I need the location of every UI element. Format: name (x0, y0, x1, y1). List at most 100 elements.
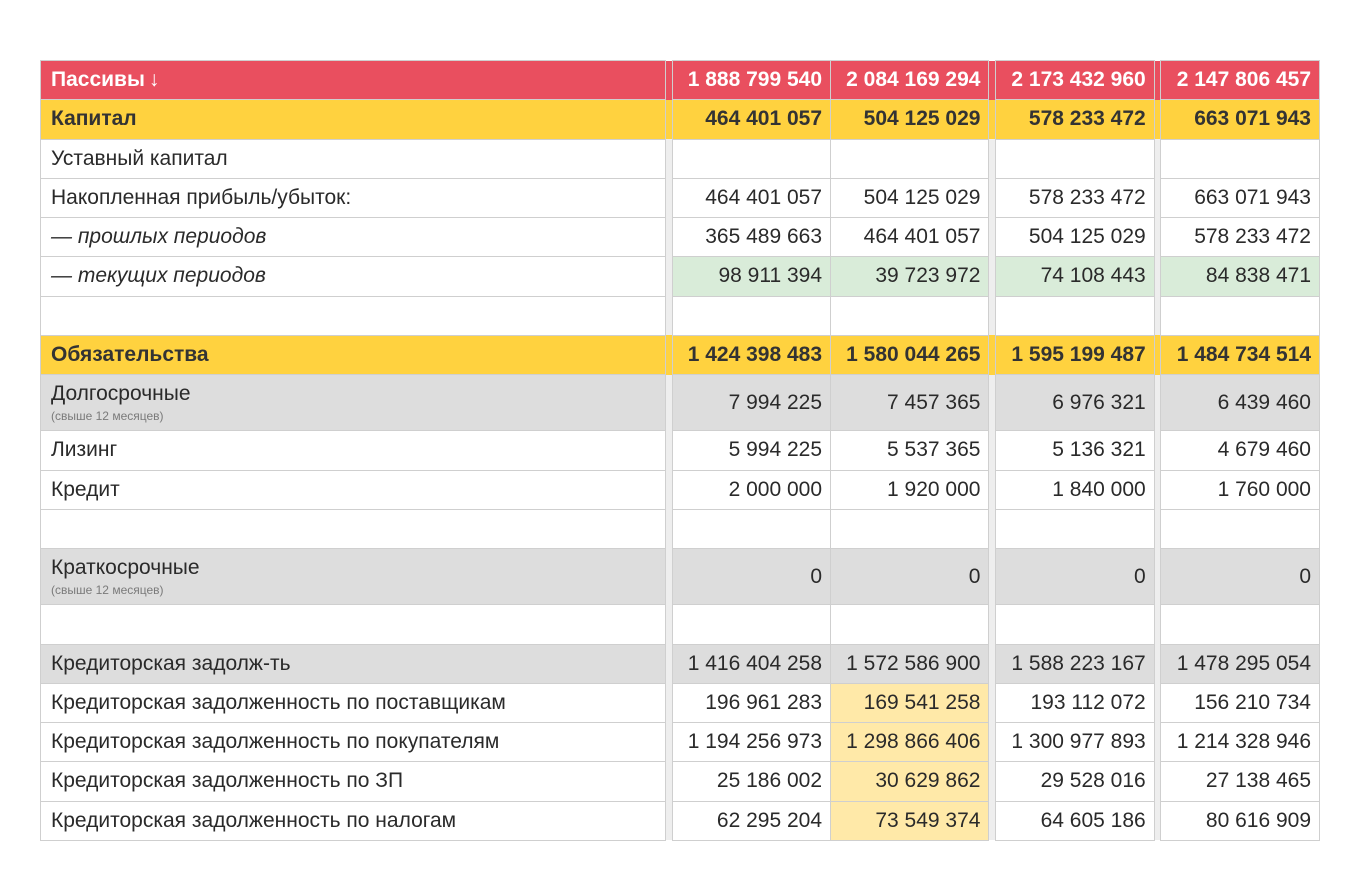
row-value: 80 616 909 (1161, 801, 1320, 840)
row-value: 663 071 943 (1161, 178, 1320, 217)
row-value: 1 300 977 893 (996, 723, 1154, 762)
spacer-cell (831, 509, 989, 548)
column-gap (665, 605, 672, 644)
column-gap (1154, 178, 1161, 217)
row-value: 1 194 256 973 (672, 723, 830, 762)
spacer-cell (672, 296, 830, 335)
header-value: 2 084 169 294 (831, 61, 989, 100)
row-value: 1 580 044 265 (831, 335, 989, 374)
column-gap (989, 139, 996, 178)
row-label-text: Кредиторская задолженность по ЗП (51, 769, 403, 792)
row-label: — прошлых периодов (41, 218, 666, 257)
column-gap (1154, 801, 1161, 840)
row-value (831, 139, 989, 178)
row-value: 169 541 258 (831, 683, 989, 722)
column-gap (665, 178, 672, 217)
column-gap (989, 61, 996, 100)
row-label: Лизинг (41, 431, 666, 470)
column-gap (1154, 257, 1161, 296)
column-gap (665, 683, 672, 722)
row-label-text: Лизинг (51, 438, 117, 461)
header-row: Пассивы↓1 888 799 5402 084 169 2942 173 … (41, 61, 1320, 100)
header-label[interactable]: Пассивы↓ (41, 61, 666, 100)
row-value: 6 439 460 (1161, 375, 1320, 431)
row-value: 578 233 472 (1161, 218, 1320, 257)
column-gap (1154, 605, 1161, 644)
row-value: 663 071 943 (1161, 100, 1320, 139)
column-gap (989, 644, 996, 683)
row-value: 1 484 734 514 (1161, 335, 1320, 374)
row-value: 464 401 057 (831, 218, 989, 257)
row-value (1161, 139, 1320, 178)
column-gap (1154, 723, 1161, 762)
row-value: 504 125 029 (831, 100, 989, 139)
table-row: Уставный капитал (41, 139, 1320, 178)
row-value: 30 629 862 (831, 762, 989, 801)
row-label: Долгосрочные(свыше 12 месяцев) (41, 375, 666, 431)
row-label-text: Кредиторская задолженность по поставщика… (51, 691, 506, 714)
row-value: 64 605 186 (996, 801, 1154, 840)
row-label: Краткосрочные(свыше 12 месяцев) (41, 549, 666, 605)
row-value: 1 595 199 487 (996, 335, 1154, 374)
column-gap (665, 431, 672, 470)
column-gap (665, 335, 672, 374)
spacer-cell (672, 509, 830, 548)
row-label-text: — текущих периодов (51, 264, 266, 287)
table-row: Кредиторская задолж-ть1 416 404 2581 572… (41, 644, 1320, 683)
row-value (996, 139, 1154, 178)
row-value: 1 416 404 258 (672, 644, 830, 683)
column-gap (665, 644, 672, 683)
balance-table: Пассивы↓1 888 799 5402 084 169 2942 173 … (40, 60, 1320, 841)
row-value: 0 (1161, 549, 1320, 605)
column-gap (989, 178, 996, 217)
table-row: Кредиторская задолженность по покупателя… (41, 723, 1320, 762)
column-gap (1154, 549, 1161, 605)
row-value: 25 186 002 (672, 762, 830, 801)
row-label: Кредиторская задолженность по ЗП (41, 762, 666, 801)
row-label-text: Долгосрочные (51, 382, 191, 405)
balance-sheet-wrapper: Пассивы↓1 888 799 5402 084 169 2942 173 … (0, 0, 1360, 881)
spacer-cell (1161, 296, 1320, 335)
row-value: 504 125 029 (996, 218, 1154, 257)
column-gap (665, 139, 672, 178)
column-gap (665, 723, 672, 762)
row-label-text: Накопленная прибыль/убыток: (51, 186, 351, 209)
spacer-cell (996, 296, 1154, 335)
column-gap (989, 605, 996, 644)
row-label: Кредиторская задолженность по поставщика… (41, 683, 666, 722)
table-row: — прошлых периодов365 489 663464 401 057… (41, 218, 1320, 257)
row-value: 1 424 398 483 (672, 335, 830, 374)
row-value: 5 994 225 (672, 431, 830, 470)
column-gap (989, 100, 996, 139)
row-value: 2 000 000 (672, 470, 830, 509)
row-value: 27 138 465 (1161, 762, 1320, 801)
row-label: Кредиторская задолженность по налогам (41, 801, 666, 840)
column-gap (989, 431, 996, 470)
column-gap (665, 375, 672, 431)
row-value: 464 401 057 (672, 178, 830, 217)
row-label: Капитал (41, 100, 666, 139)
column-gap (665, 257, 672, 296)
table-row: Кредиторская задолженность по поставщика… (41, 683, 1320, 722)
row-value: 98 911 394 (672, 257, 830, 296)
row-value: 39 723 972 (831, 257, 989, 296)
column-gap (1154, 335, 1161, 374)
row-label-text: Уставный капитал (51, 147, 228, 170)
table-row: Кредиторская задолженность по налогам62 … (41, 801, 1320, 840)
column-gap (665, 100, 672, 139)
column-gap (665, 296, 672, 335)
spacer-cell (672, 605, 830, 644)
column-gap (989, 509, 996, 548)
spacer-cell (996, 605, 1154, 644)
column-gap (989, 335, 996, 374)
row-value: 4 679 460 (1161, 431, 1320, 470)
row-value: 156 210 734 (1161, 683, 1320, 722)
row-value: 365 489 663 (672, 218, 830, 257)
column-gap (665, 61, 672, 100)
table-row: Лизинг5 994 2255 537 3655 136 3214 679 4… (41, 431, 1320, 470)
row-label-text: Кредиторская задолж-ть (51, 652, 291, 675)
row-value: 0 (831, 549, 989, 605)
row-value: 504 125 029 (831, 178, 989, 217)
column-gap (665, 762, 672, 801)
row-value: 1 214 328 946 (1161, 723, 1320, 762)
